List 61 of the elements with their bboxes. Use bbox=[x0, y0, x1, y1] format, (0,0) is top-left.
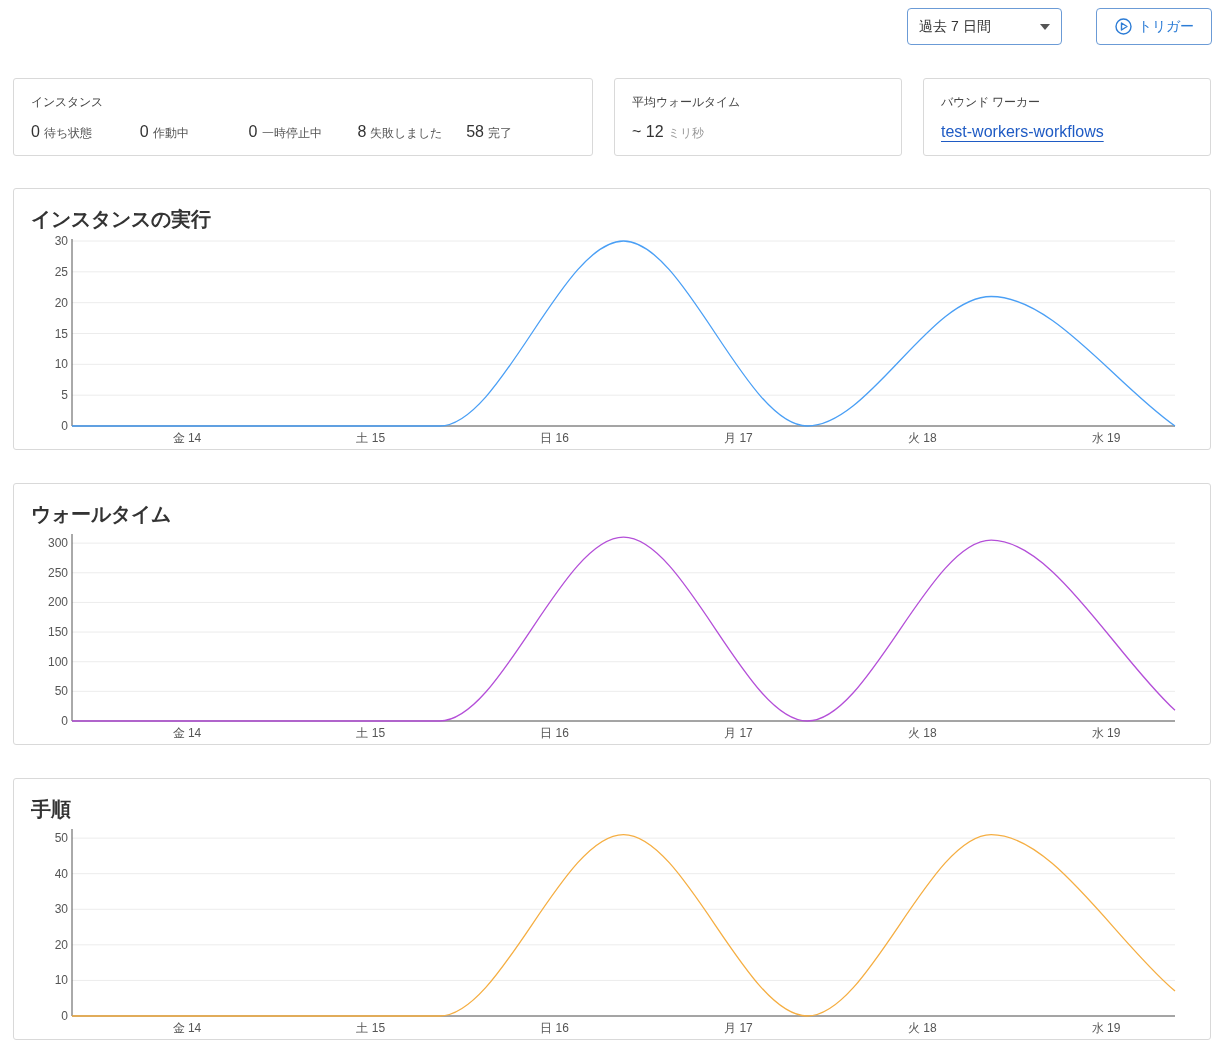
y-tick-label: 150 bbox=[47, 625, 68, 640]
category-label: 水 19 bbox=[1091, 726, 1121, 740]
y-tick-label: 15 bbox=[54, 326, 68, 341]
y-tick-label: 100 bbox=[47, 654, 68, 669]
category-label: 金 14 bbox=[172, 1021, 202, 1035]
card-title: 平均ウォールタイム bbox=[632, 94, 740, 111]
category-label: 土 15 bbox=[356, 431, 386, 445]
category-label: 火 18 bbox=[907, 431, 937, 445]
y-tick-label: 30 bbox=[54, 234, 68, 248]
category-label: 日 16 bbox=[540, 726, 569, 740]
y-tick-label: 0 bbox=[61, 714, 68, 728]
y-tick-label: 0 bbox=[61, 1009, 68, 1023]
stat-value: 58 bbox=[466, 122, 484, 142]
y-tick-label: 10 bbox=[54, 973, 68, 988]
y-tick-label: 20 bbox=[54, 937, 68, 952]
chart-title: 手順 bbox=[30, 797, 72, 822]
category-label: 月 17 bbox=[724, 431, 753, 445]
y-tick-label: 300 bbox=[47, 536, 68, 551]
card-title: バウンド ワーカー bbox=[941, 94, 1041, 111]
category-label: 金 14 bbox=[172, 431, 202, 445]
stat-label: 失敗しました bbox=[370, 125, 443, 142]
play-icon bbox=[1114, 18, 1132, 35]
category-label: 土 15 bbox=[356, 1021, 386, 1035]
category-label: 月 17 bbox=[724, 1021, 753, 1035]
category-label: 火 18 bbox=[907, 1021, 937, 1035]
y-tick-label: 10 bbox=[54, 357, 68, 372]
trigger-button[interactable]: トリガー bbox=[1096, 8, 1212, 45]
stat-label: 一時停止中 bbox=[261, 125, 322, 142]
y-tick-label: 30 bbox=[54, 902, 68, 917]
y-tick-label: 50 bbox=[54, 684, 68, 699]
card-title: インスタンス bbox=[31, 94, 103, 111]
unit-label: ミリ秒 bbox=[667, 125, 704, 142]
category-label: 火 18 bbox=[907, 726, 937, 740]
category-label: 金 14 bbox=[172, 726, 202, 740]
chart-title: インスタンスの実行 bbox=[30, 207, 212, 232]
y-tick-label: 250 bbox=[47, 565, 68, 580]
stat-label: 作動中 bbox=[152, 125, 189, 142]
stat-label: 完了 bbox=[488, 125, 512, 142]
stat-value: 0 bbox=[248, 122, 258, 142]
stat-value: ~ 12 bbox=[632, 122, 664, 142]
stat-value: 8 bbox=[357, 122, 367, 142]
stat-value: 0 bbox=[31, 122, 40, 142]
y-tick-label: 20 bbox=[54, 295, 68, 310]
category-label: 月 17 bbox=[724, 726, 753, 740]
caret-icon bbox=[1040, 23, 1050, 30]
y-tick-label: 50 bbox=[54, 831, 68, 846]
date-range-select[interactable]: 過去 7 日間 bbox=[907, 8, 1062, 45]
worker-link[interactable]: test-workers-workflows bbox=[941, 120, 1104, 144]
y-tick-label: 40 bbox=[54, 866, 68, 881]
category-label: 日 16 bbox=[540, 431, 569, 445]
y-tick-label: 5 bbox=[61, 388, 68, 403]
stat-label: 待ち状態 bbox=[43, 125, 92, 142]
category-label: 土 15 bbox=[356, 726, 386, 740]
category-label: 水 19 bbox=[1091, 1021, 1121, 1035]
y-tick-label: 0 bbox=[61, 419, 68, 433]
category-label: 水 19 bbox=[1091, 431, 1121, 445]
y-tick-label: 25 bbox=[54, 264, 68, 279]
y-tick-label: 200 bbox=[47, 595, 68, 610]
chart-title: ウォールタイム bbox=[30, 502, 172, 527]
stat-value: 0 bbox=[139, 122, 149, 142]
category-label: 日 16 bbox=[540, 1021, 569, 1035]
